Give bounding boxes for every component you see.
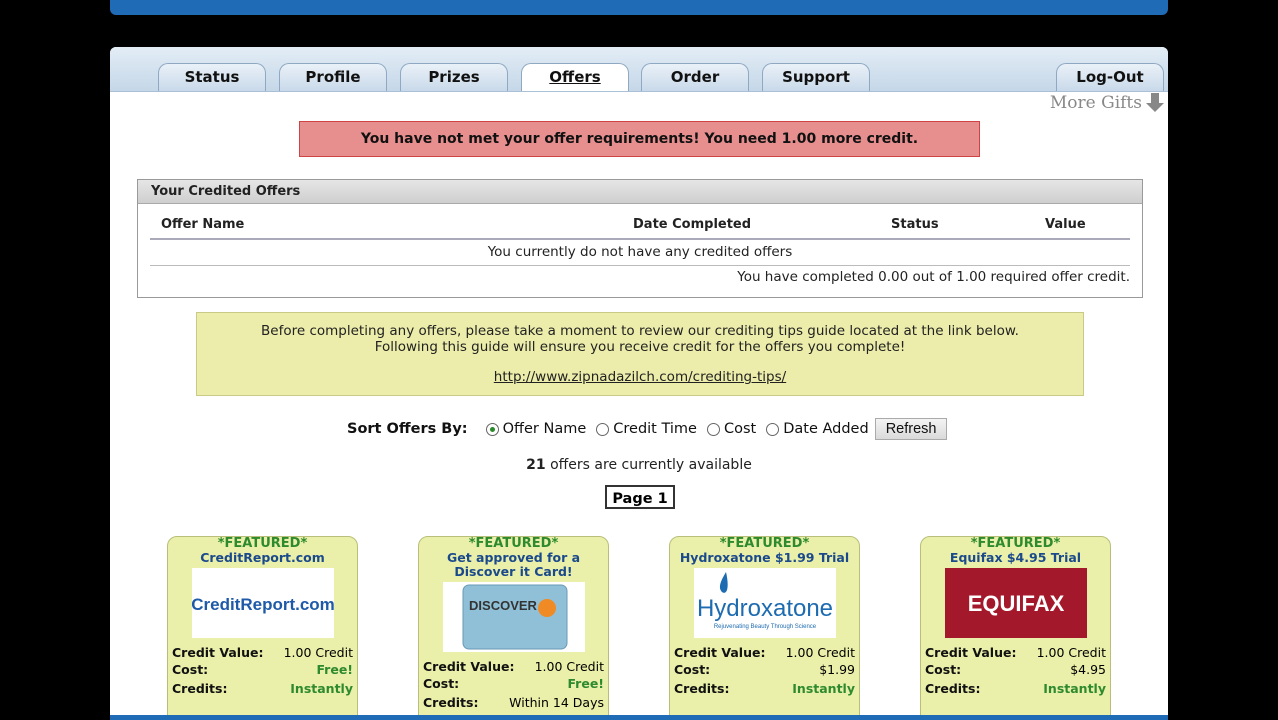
- offer-requirement-alert: You have not met your offer requirements…: [299, 121, 980, 157]
- empty-credited-message: You currently do not have any credited o…: [150, 240, 1130, 266]
- credit-value-label: Credit Value:: [925, 645, 1017, 660]
- sort-offers-bar: Sort Offers By: Offer Name Credit Time C…: [347, 418, 948, 440]
- tab-logout[interactable]: Log-Out: [1056, 63, 1164, 91]
- cost-value: Free!: [567, 676, 604, 691]
- discover-card-text: DISCOVER: [469, 598, 538, 613]
- tab-prizes[interactable]: Prizes: [400, 63, 508, 91]
- credit-value: 1.00 Credit: [534, 659, 604, 674]
- tips-line-2: Following this guide will ensure you rec…: [374, 339, 906, 355]
- hydroxatone-tagline: Rejuvenating Beauty Through Science: [713, 624, 816, 630]
- offer-details: Credit Value: 1.00 Credit Cost: $4.95 Cred…: [921, 644, 1110, 697]
- column-offer-name: Offer Name: [161, 217, 245, 232]
- refresh-button[interactable]: Refresh: [874, 418, 948, 440]
- sort-option-cost: Cost: [723, 421, 757, 437]
- completed-credit-summary: You have completed 0.00 out of 1.00 requ…: [737, 269, 1130, 285]
- cost-label: Cost:: [172, 662, 209, 677]
- hydroxatone-logo-image: Hydroxatone Rejuvenating Beauty Through …: [696, 572, 833, 630]
- offer-card[interactable]: *FEATURED* Get approved for a Discover i…: [418, 536, 609, 720]
- offers-available-label: offers are currently available: [545, 457, 752, 473]
- discover-card-logo[interactable]: DISCOVER: [442, 582, 585, 652]
- discover-card-circle: [537, 599, 556, 617]
- credits-label: Credits:: [674, 681, 730, 696]
- discover-card-image: DISCOVER: [462, 584, 567, 650]
- creditreport-logo-image: CreditReport.com: [192, 595, 334, 614]
- tab-support[interactable]: Support: [762, 63, 870, 91]
- offers-count: 21: [526, 457, 546, 473]
- credit-value-label: Credit Value:: [674, 645, 766, 660]
- offer-card[interactable]: *FEATURED* Equifax $4.95 Trial EQUIFAX C…: [920, 536, 1111, 720]
- tab-order[interactable]: Order: [641, 63, 749, 91]
- credits-value: Instantly: [290, 681, 353, 696]
- more-gifts-link[interactable]: More Gifts: [1050, 93, 1164, 113]
- credit-value: 1.00 Credit: [1036, 645, 1106, 660]
- offer-title[interactable]: Equifax $4.95 Trial: [921, 551, 1110, 565]
- crediting-tips-box: Before completing any offers, please tak…: [196, 312, 1084, 396]
- column-date-completed: Date Completed: [633, 217, 752, 232]
- sort-radio-credit-time[interactable]: [596, 422, 610, 436]
- offer-card[interactable]: *FEATURED* Hydroxatone $1.99 Trial Hydro…: [669, 536, 860, 720]
- featured-label: *FEATURED*: [217, 536, 308, 551]
- cost-value: Free!: [316, 662, 353, 677]
- offer-title[interactable]: Hydroxatone $1.99 Trial: [670, 551, 859, 565]
- cost-label: Cost:: [925, 662, 962, 677]
- sort-radio-offer-name[interactable]: [485, 422, 499, 436]
- creditreport-logo[interactable]: CreditReport.com: [191, 568, 334, 638]
- tab-strip: Status Profile Prizes Offers Order Suppo…: [110, 47, 1168, 92]
- bottom-bar: [110, 715, 1168, 720]
- top-bar: [110, 0, 1168, 15]
- equifax-logo[interactable]: EQUIFAX: [944, 568, 1087, 638]
- cost-value: $1.99: [819, 662, 855, 677]
- credits-label: Credits:: [925, 681, 981, 696]
- featured-label: *FEATURED*: [970, 536, 1061, 551]
- more-gifts-label: More Gifts: [1049, 93, 1142, 113]
- sort-option-credit-time: Credit Time: [613, 421, 697, 437]
- featured-label: *FEATURED*: [719, 536, 810, 551]
- equifax-logo-image: EQUIFAX: [967, 591, 1064, 616]
- hydroxatone-drop: [719, 572, 728, 593]
- cost-label: Cost:: [674, 662, 711, 677]
- creditreport-logo-text: CreditReport.com: [192, 595, 334, 614]
- sort-label: Sort Offers By:: [347, 421, 468, 437]
- credit-value-label: Credit Value:: [172, 645, 264, 660]
- offer-title[interactable]: Get approved for a Discover it Card!: [419, 551, 608, 579]
- tab-status[interactable]: Status: [158, 63, 266, 91]
- offers-available-text: 21 offers are currently available: [110, 457, 1168, 473]
- credited-offers-columns: Offer Name Date Completed Status Value: [150, 216, 1130, 240]
- credits-label: Credits:: [172, 681, 228, 696]
- tips-line-1: Before completing any offers, please tak…: [261, 323, 1019, 339]
- credits-value: Within 14 Days: [509, 695, 604, 710]
- offer-details: Credit Value: 1.00 Credit Cost: Free! Cred…: [419, 658, 608, 711]
- credit-value: 1.00 Credit: [283, 645, 353, 660]
- credit-value: 1.00 Credit: [785, 645, 855, 660]
- sort-radio-date-added[interactable]: [766, 422, 780, 436]
- equifax-logo-text: EQUIFAX: [967, 591, 1064, 616]
- offer-details: Credit Value: 1.00 Credit Cost: Free! Cred…: [168, 644, 357, 697]
- main-page: Status Profile Prizes Offers Order Suppo…: [110, 47, 1168, 720]
- sort-option-date-added: Date Added: [783, 421, 869, 437]
- credited-offers-panel: Your Credited Offers Offer Name Date Com…: [137, 179, 1143, 298]
- page-indicator: Page 1: [605, 485, 675, 509]
- offer-details: Credit Value: 1.00 Credit Cost: $1.99 Cred…: [670, 644, 859, 697]
- offer-title[interactable]: CreditReport.com: [168, 551, 357, 565]
- discover-card-shape: [462, 584, 567, 650]
- credit-value-label: Credit Value:: [423, 659, 515, 674]
- credited-offers-heading: Your Credited Offers: [138, 180, 1142, 204]
- hydroxatone-logo-text: Hydroxatone: [696, 595, 832, 622]
- sort-radio-cost[interactable]: [706, 422, 720, 436]
- cost-value: $4.95: [1070, 662, 1106, 677]
- hydroxatone-logo[interactable]: Hydroxatone Rejuvenating Beauty Through …: [693, 568, 836, 638]
- crediting-tips-link[interactable]: http://www.zipnadazilch.com/crediting-ti…: [494, 369, 786, 385]
- column-status: Status: [891, 217, 939, 232]
- offer-card[interactable]: *FEATURED* CreditReport.com CreditReport…: [167, 536, 358, 720]
- sort-option-offer-name: Offer Name: [502, 421, 587, 437]
- column-value: Value: [1045, 217, 1086, 232]
- tab-profile[interactable]: Profile: [279, 63, 387, 91]
- credits-value: Instantly: [1043, 681, 1106, 696]
- cost-label: Cost:: [423, 676, 460, 691]
- arrow-down-icon: [1146, 93, 1164, 113]
- tab-offers[interactable]: Offers: [521, 63, 629, 91]
- featured-label: *FEATURED*: [468, 536, 559, 551]
- credits-value: Instantly: [792, 681, 855, 696]
- credits-label: Credits:: [423, 695, 479, 710]
